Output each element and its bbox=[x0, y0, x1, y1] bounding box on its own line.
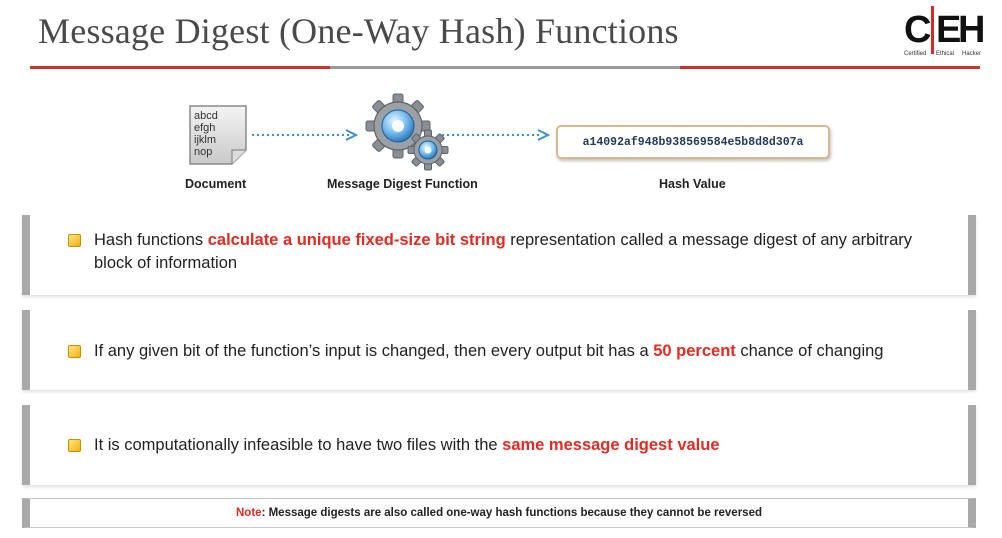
bullet-card: Hash functions calculate a unique fixed-… bbox=[22, 215, 976, 295]
document-label: Document bbox=[185, 177, 247, 191]
document-line: nop bbox=[194, 146, 212, 158]
document-icon: abcd efgh ijklm nop bbox=[189, 105, 247, 165]
svg-text:Certified: Certified bbox=[904, 51, 926, 57]
svg-text:Hacker: Hacker bbox=[962, 51, 981, 57]
gears-icon bbox=[365, 93, 449, 171]
bullet-card: It is computationally infeasible to have… bbox=[22, 405, 976, 485]
svg-text:Ethical: Ethical bbox=[936, 51, 954, 57]
arrow-right-icon bbox=[442, 129, 551, 141]
svg-text:H: H bbox=[958, 9, 984, 51]
bullet-icon bbox=[68, 234, 81, 247]
bullet-icon bbox=[68, 345, 81, 358]
note-bar: Note: Message digests are also called on… bbox=[22, 498, 976, 528]
bullet-icon bbox=[68, 439, 81, 452]
ceh-logo: C E H Certified Ethical Hacker bbox=[904, 6, 984, 57]
svg-text:C: C bbox=[904, 9, 931, 51]
document-line: abcd bbox=[194, 110, 218, 122]
document-line: efgh bbox=[194, 122, 215, 134]
note-label: Note bbox=[236, 507, 262, 519]
hash-value-box: a14092af948b938569584e5b8d8d307a bbox=[556, 125, 830, 159]
bullet-text: It is computationally infeasible to have… bbox=[94, 436, 720, 454]
bullet-card: If any given bit of the function’s input… bbox=[22, 310, 976, 390]
bullet-text: Hash functions calculate a unique fixed-… bbox=[94, 231, 913, 272]
note-text: : Message digests are also called one-wa… bbox=[261, 507, 762, 519]
title-underline bbox=[30, 66, 980, 69]
function-label: Message Digest Function bbox=[327, 177, 478, 191]
hash-value: a14092af948b938569584e5b8d8d307a bbox=[582, 135, 804, 149]
bullet-text: If any given bit of the function’s input… bbox=[94, 342, 884, 360]
hash-label: Hash Value bbox=[659, 177, 726, 191]
document-line: ijklm bbox=[194, 134, 216, 146]
arrow-right-icon bbox=[252, 129, 359, 141]
page-title: Message Digest (One-Way Hash) Functions bbox=[38, 11, 679, 51]
